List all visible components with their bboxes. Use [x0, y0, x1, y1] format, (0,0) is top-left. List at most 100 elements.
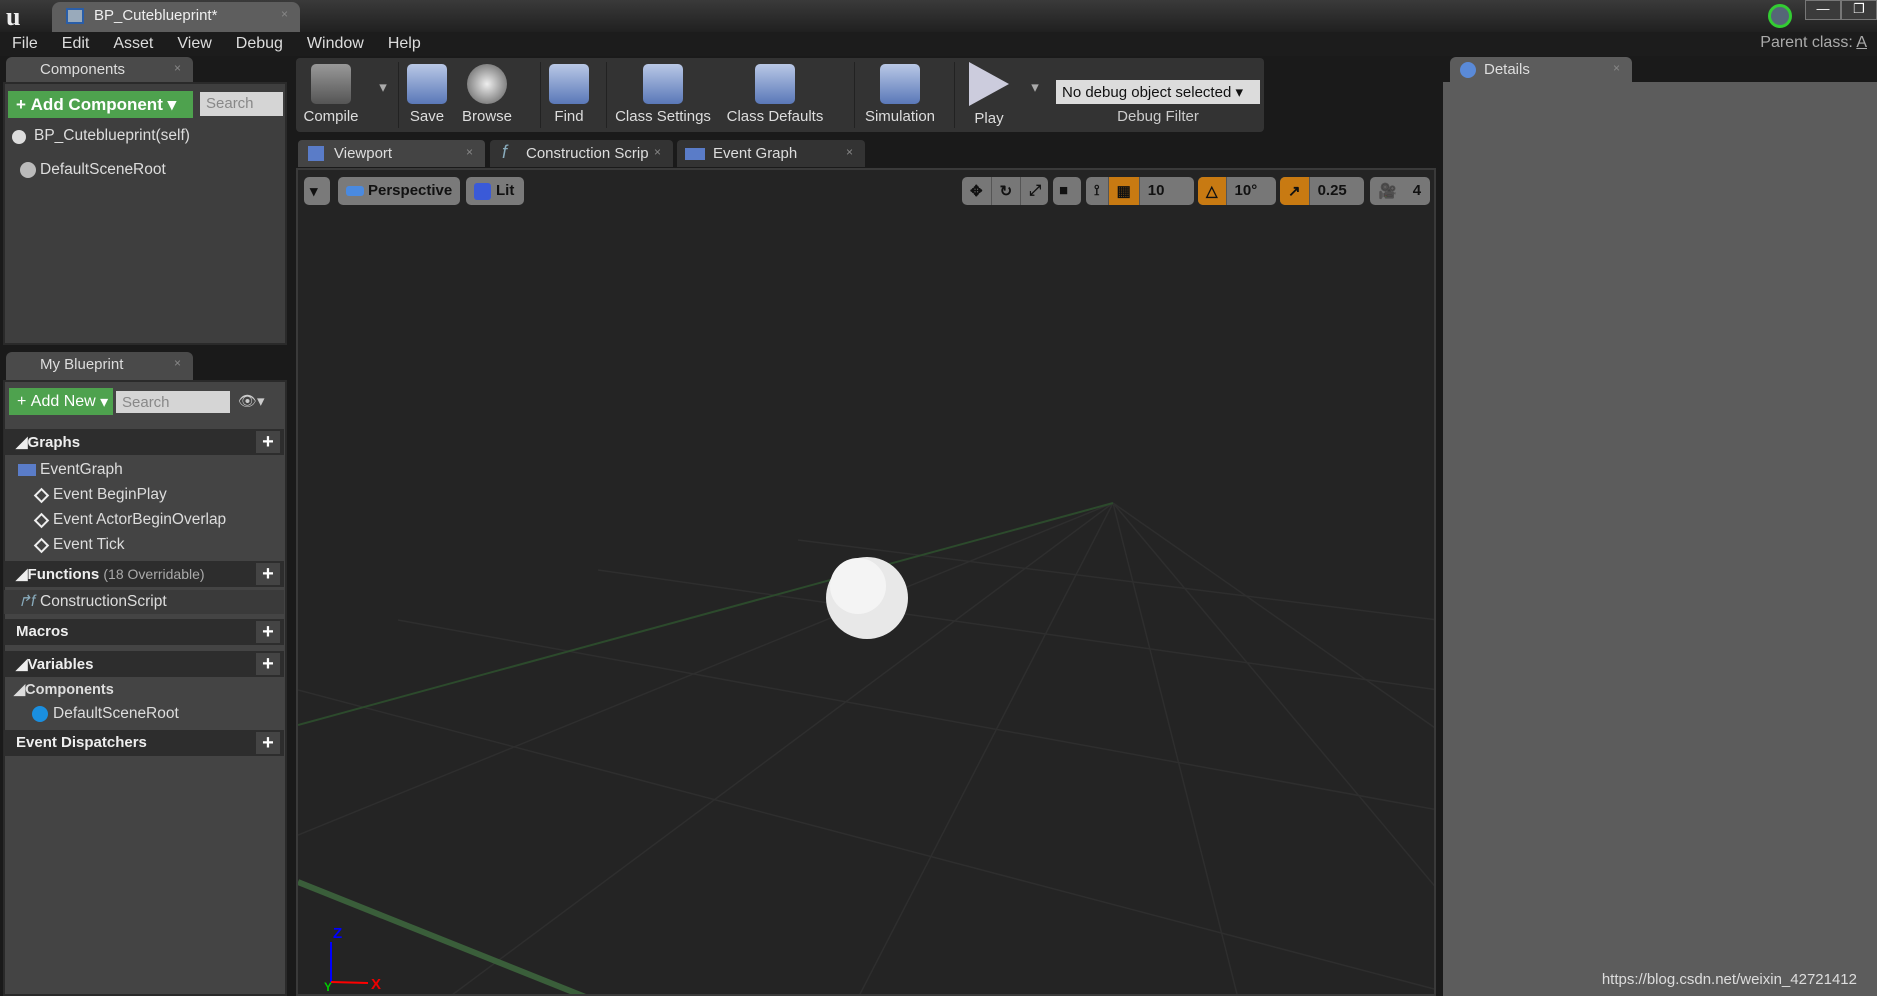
my-blueprint-search-input[interactable]: Search	[116, 391, 230, 413]
close-icon[interactable]: ×	[654, 145, 661, 159]
play-icon	[969, 62, 1009, 106]
event-item[interactable]: Event Tick	[4, 533, 284, 557]
axis-y-label: Y	[324, 980, 333, 994]
simulation-button[interactable]: Simulation	[858, 58, 942, 132]
perspective-button[interactable]: Perspective	[338, 177, 460, 205]
button-label: Simulation	[864, 108, 936, 125]
add-variable-button[interactable]: +	[256, 653, 280, 675]
viewport[interactable]: Z X Y ▾ Perspective Lit ✥ ↻ ⤢ ■ ⟟ ▦ 10 △ 10° …	[296, 168, 1436, 996]
component-default-scene-root[interactable]: DefaultSceneRoot	[14, 158, 294, 182]
close-icon[interactable]: ×	[174, 356, 181, 370]
view-options-eye-icon[interactable]: 👁▾	[238, 392, 265, 410]
close-icon[interactable]: ×	[466, 145, 473, 159]
variable-item[interactable]: DefaultSceneRoot	[4, 702, 284, 726]
menu-edit[interactable]: Edit	[62, 35, 90, 53]
tab-viewport[interactable]: Viewport ×	[298, 140, 485, 167]
components-panel	[3, 82, 287, 345]
browse-button[interactable]: Browse	[456, 58, 518, 132]
section-functions[interactable]: ◢Functions (18 Overridable) +	[4, 561, 284, 587]
tab-label: My Blueprint	[40, 356, 124, 373]
menu-window[interactable]: Window	[307, 35, 364, 53]
section-label: Macros	[16, 623, 69, 640]
class-defaults-button[interactable]: Class Defaults	[720, 58, 830, 132]
translate-icon[interactable]: ✥	[962, 177, 991, 205]
grid-snap-value[interactable]: 10	[1138, 177, 1173, 205]
rotation-snap-toggle-icon[interactable]: △	[1198, 177, 1226, 205]
tab-my-blueprint[interactable]: My Blueprint ×	[6, 352, 193, 380]
section-event-dispatchers[interactable]: Event Dispatchers +	[4, 730, 284, 756]
add-new-button[interactable]: + Add New ▾	[9, 388, 113, 415]
menu-help[interactable]: Help	[388, 35, 421, 53]
add-dispatcher-button[interactable]: +	[256, 732, 280, 754]
scale-snap-value[interactable]: 0.25	[1308, 177, 1355, 205]
scale-icon[interactable]: ⤢	[1020, 177, 1048, 205]
minimize-button[interactable]: —	[1805, 0, 1841, 20]
lit-label: Lit	[496, 182, 515, 199]
debug-object-select[interactable]: No debug object selected ▾	[1056, 80, 1260, 104]
close-icon[interactable]: ×	[1613, 61, 1620, 75]
parent-class-link[interactable]: A	[1856, 34, 1867, 51]
add-graph-button[interactable]: +	[256, 431, 280, 453]
lit-button[interactable]: Lit	[466, 177, 524, 205]
event-item[interactable]: Event BeginPlay	[4, 483, 284, 507]
close-icon[interactable]: ×	[281, 7, 288, 21]
variable-category-components[interactable]: ◢Components	[4, 679, 284, 703]
graph-icon	[18, 464, 36, 476]
restore-button[interactable]: ❐	[1841, 0, 1877, 20]
section-label: Event Dispatchers	[16, 734, 147, 751]
menu-file[interactable]: File	[12, 35, 38, 53]
function-item[interactable]: ↱f ConstructionScript	[4, 590, 284, 614]
close-icon[interactable]: ×	[174, 61, 181, 75]
overridable-count: (18 Overridable)	[103, 566, 205, 582]
add-macro-button[interactable]: +	[256, 621, 280, 643]
scale-snap-toggle-icon[interactable]: ↗	[1280, 177, 1309, 205]
tab-components[interactable]: Components ×	[6, 57, 193, 83]
cube-icon[interactable]: ■	[1053, 177, 1074, 205]
section-graphs[interactable]: ◢Graphs +	[4, 429, 284, 455]
compile-button[interactable]: Compile	[300, 58, 362, 132]
document-tab-label: BP_Cuteblueprint*	[94, 7, 218, 24]
event-graph-item[interactable]: EventGraph	[4, 458, 284, 482]
surface-snap-icon[interactable]: ⟟	[1086, 177, 1108, 205]
play-button[interactable]: Play	[958, 58, 1020, 132]
rotation-snap-value[interactable]: 10°	[1225, 177, 1266, 205]
section-macros[interactable]: Macros +	[4, 619, 284, 645]
unreal-logo-icon[interactable]: u	[6, 2, 20, 32]
button-label: Find	[554, 108, 584, 125]
find-button[interactable]: Find	[544, 58, 594, 132]
debug-select-value: No debug object selected	[1062, 84, 1232, 101]
class-settings-button[interactable]: Class Settings	[610, 58, 716, 132]
source-control-icon[interactable]	[1768, 4, 1792, 28]
document-tab[interactable]: BP_Cuteblueprint* ×	[52, 2, 300, 32]
play-options-dropdown[interactable]: ▾	[1028, 58, 1042, 132]
tab-event-graph[interactable]: Event Graph ×	[677, 140, 865, 167]
event-item[interactable]: Event ActorBeginOverlap	[4, 508, 284, 532]
add-component-button[interactable]: + Add Component ▾	[8, 91, 193, 118]
menu-asset[interactable]: Asset	[113, 35, 153, 53]
viewport-options-dropdown[interactable]: ▾	[304, 177, 330, 205]
camera-speed-button[interactable]: 🎥 4	[1370, 177, 1430, 205]
save-button[interactable]: Save	[402, 58, 452, 132]
menu-debug[interactable]: Debug	[236, 35, 283, 53]
rotate-icon[interactable]: ↻	[990, 177, 1021, 205]
camera-speed-value: 4	[1412, 182, 1422, 199]
button-label: Save	[409, 108, 445, 125]
event-diamond-icon	[33, 487, 50, 504]
function-icon: ↱f	[18, 593, 36, 610]
tab-construction-script[interactable]: f Construction Scrip ×	[490, 140, 673, 167]
tab-details[interactable]: Details ×	[1450, 57, 1632, 83]
search-placeholder: Search	[122, 394, 170, 411]
item-label: DefaultSceneRoot	[53, 705, 179, 722]
close-icon[interactable]: ×	[846, 145, 853, 159]
tab-label: Event Graph	[713, 145, 798, 162]
window-controls: — ❐	[1805, 0, 1877, 22]
section-variables[interactable]: ◢Variables +	[4, 651, 284, 677]
grid-snap-toggle-icon[interactable]: ▦	[1107, 177, 1139, 205]
component-self[interactable]: BP_Cuteblueprint(self)	[8, 124, 288, 148]
menu-view[interactable]: View	[177, 35, 211, 53]
compile-options-dropdown[interactable]: ▾	[376, 58, 390, 132]
tab-label: Construction Scrip	[526, 145, 649, 162]
add-function-button[interactable]: +	[256, 563, 280, 585]
components-search-input[interactable]: Search	[200, 92, 283, 116]
button-label: Compile	[303, 108, 359, 125]
